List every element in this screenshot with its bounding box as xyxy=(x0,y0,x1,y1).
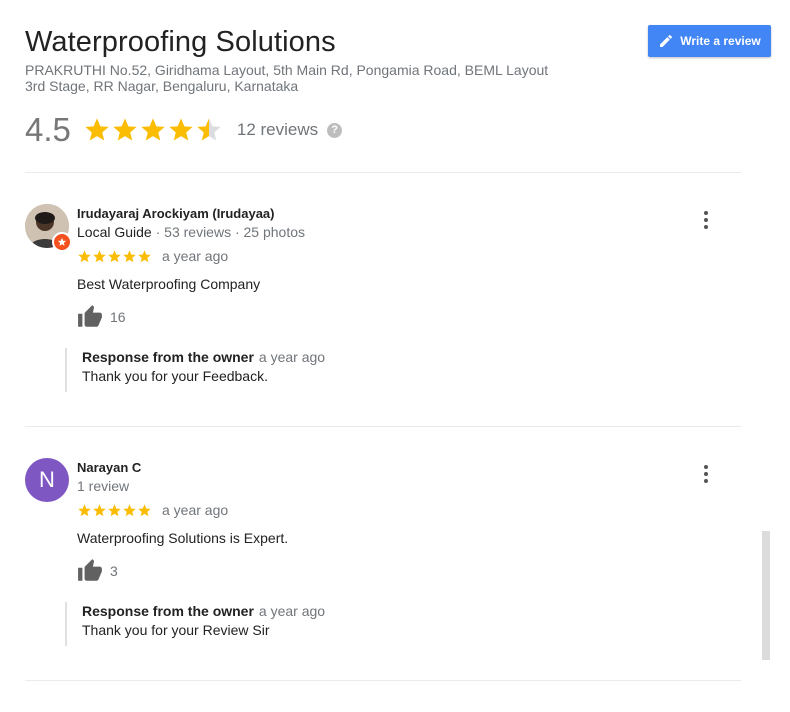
help-icon[interactable]: ? xyxy=(327,122,343,138)
response-text: Thank you for your Review Sir xyxy=(82,622,270,638)
owner-response: Response from the owner a year ago Thank … xyxy=(65,348,325,392)
star-icon xyxy=(123,503,136,516)
review-text: Waterproofing Solutions is Expert. xyxy=(77,530,289,546)
star-icon xyxy=(93,503,106,516)
write-review-button[interactable]: Write a review xyxy=(648,25,771,57)
like-count: 16 xyxy=(110,309,126,325)
review-time: a year ago xyxy=(162,502,229,518)
scrollbar[interactable] xyxy=(762,531,770,660)
like-count: 3 xyxy=(110,563,118,579)
review-rating-line: a year ago xyxy=(77,248,228,264)
divider xyxy=(25,172,741,173)
pencil-icon xyxy=(660,34,673,47)
star-icon xyxy=(197,118,221,141)
reviewer-stats: · 53 reviews · 25 photos xyxy=(151,224,306,240)
business-address: PRAKRUTHI No.52, Giridhama Layout, 5th M… xyxy=(25,62,585,94)
star-icon xyxy=(108,503,121,516)
response-text: Thank you for your Feedback. xyxy=(82,368,268,384)
star-icon xyxy=(113,118,137,141)
more-options-icon[interactable] xyxy=(699,208,713,232)
address-line-2: 3rd Stage, RR Nagar, Bengaluru, Karnatak… xyxy=(25,78,299,94)
reviewer-meta: 1 review xyxy=(77,478,130,494)
review-text: Best Waterproofing Company xyxy=(77,276,261,292)
like-row: 16 xyxy=(77,304,126,330)
star-icon xyxy=(123,249,136,262)
owner-response: Response from the owner a year ago Thank … xyxy=(65,602,325,646)
reviews-count-link[interactable]: 12 reviews xyxy=(237,120,318,140)
reviewer-name[interactable]: Narayan C xyxy=(77,460,141,475)
rating-value: 4.5 xyxy=(25,111,71,148)
star-icon xyxy=(138,249,151,262)
like-row: 3 xyxy=(77,558,118,584)
address-line-1: PRAKRUTHI No.52, Giridhama Layout, 5th M… xyxy=(25,62,549,78)
write-review-label: Write a review xyxy=(680,34,761,48)
local-guide-label: Local Guide xyxy=(77,224,152,240)
business-title: Waterproofing Solutions xyxy=(25,26,336,58)
review-rating-line: a year ago xyxy=(77,502,228,518)
thumbs-up-icon[interactable] xyxy=(77,558,103,584)
response-time: a year ago xyxy=(258,349,326,365)
divider xyxy=(25,680,741,681)
review-stars xyxy=(77,503,152,518)
response-label: Response from the owner xyxy=(82,349,254,365)
star-icon xyxy=(108,249,121,262)
reviewer-meta: Local Guide · 53 reviews · 25 photos xyxy=(77,224,305,240)
star-icon xyxy=(78,249,91,262)
star-icon xyxy=(169,118,193,141)
reviewer-name[interactable]: Irudayaraj Arockiyam (Irudayaa) xyxy=(77,206,275,221)
star-icon xyxy=(93,249,106,262)
star-icon xyxy=(141,118,165,141)
star-icon xyxy=(78,503,91,516)
local-guide-badge-icon xyxy=(52,232,72,252)
rating-stars xyxy=(83,116,223,144)
star-icon xyxy=(85,118,109,141)
review-stars xyxy=(77,249,152,264)
thumbs-up-icon[interactable] xyxy=(77,304,103,330)
star-icon xyxy=(138,503,151,516)
review-time: a year ago xyxy=(162,248,229,264)
response-label: Response from the owner xyxy=(82,603,254,619)
divider xyxy=(25,426,741,427)
more-options-icon[interactable] xyxy=(699,462,713,486)
response-time: a year ago xyxy=(258,603,326,619)
reviewer-avatar[interactable]: N xyxy=(25,458,69,502)
rating-summary: 4.5 12 reviews ? xyxy=(25,110,343,150)
